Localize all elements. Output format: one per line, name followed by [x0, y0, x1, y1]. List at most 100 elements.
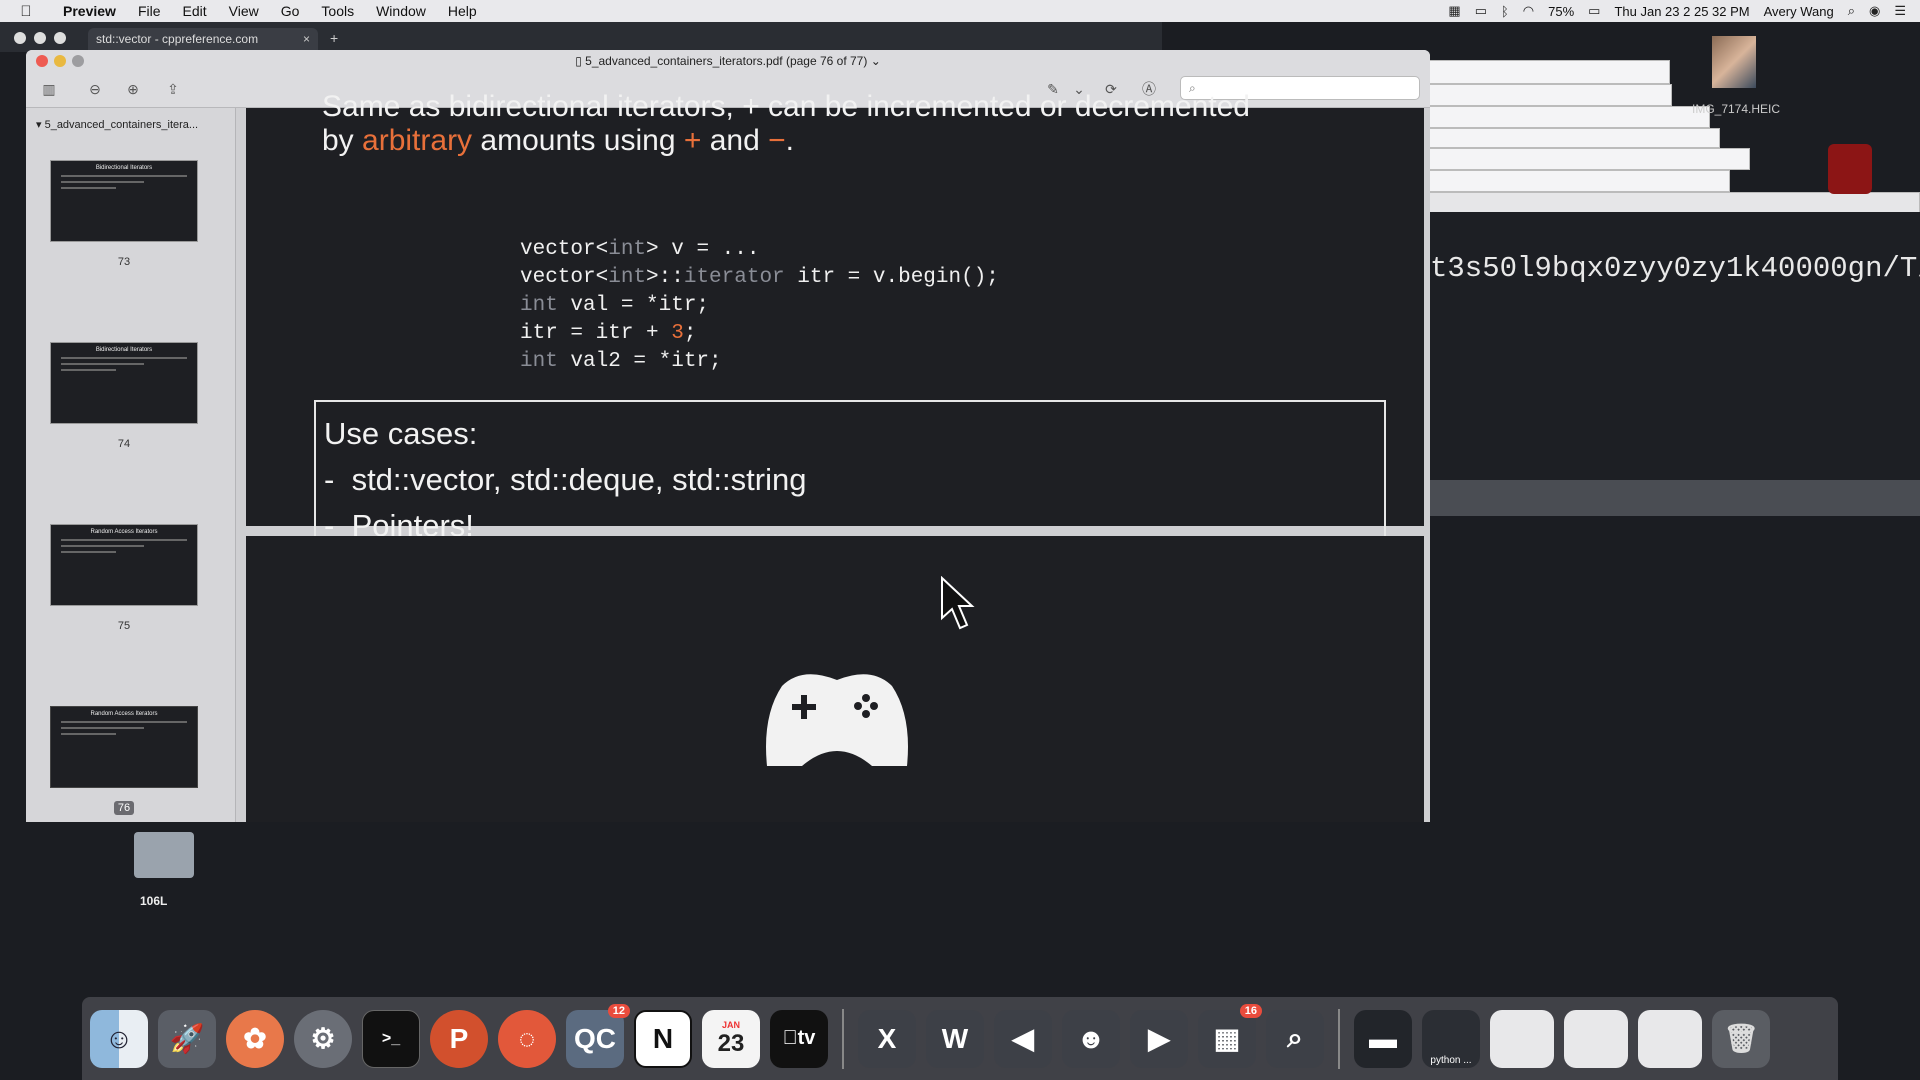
terminal-icon[interactable]: >_: [362, 1009, 420, 1068]
thumbnail-title: Random Access Iterators: [90, 711, 158, 717]
sidebar-doc-label: 5_advanced_containers_itera...: [44, 119, 199, 131]
desktop-folder-label[interactable]: 106L: [140, 894, 167, 908]
menu-app-name[interactable]: Preview: [52, 3, 127, 19]
apple-tv-label: tv: [790, 1027, 816, 1049]
notion-icon[interactable]: N: [634, 1009, 692, 1068]
code-line: itr = itr + 3;: [520, 322, 697, 345]
powerpoint-icon[interactable]: P: [430, 1009, 488, 1068]
apple-menu-icon[interactable]: : [0, 3, 52, 20]
user-name[interactable]: Avery Wang: [1764, 4, 1834, 19]
word-icon[interactable]: W: [926, 1009, 984, 1068]
python-window-thumbnail[interactable]: python ...: [1422, 1009, 1480, 1068]
menu-bar:  Preview File Edit View Go Tools Window…: [0, 0, 1920, 22]
thumbnail-sidebar: ▾ 5_advanced_containers_itera... Bidirec…: [26, 108, 236, 822]
slide-text-line1: Same as bidirectional iterators, + can b…: [322, 90, 1250, 123]
calendar-month: JAN: [721, 1019, 740, 1030]
dock-separator: [842, 1008, 844, 1069]
trash-icon[interactable]: 🗑: [1712, 1009, 1770, 1068]
battery-percent[interactable]: 75%: [1548, 4, 1574, 19]
pdf-canvas[interactable]: Same as bidirectional iterators, + can b…: [236, 90, 1430, 822]
dock: ☺ 🚀 ✿ ⚙ >_ P ◌ QC12 N JAN23 tv X W ◀ ☻ …: [82, 997, 1838, 1080]
disclosure-triangle-icon[interactable]: ▾: [36, 119, 45, 131]
photos-icon[interactable]: ✿: [226, 1009, 284, 1068]
wifi-icon[interactable]: ◠: [1523, 3, 1534, 19]
notification-center-icon[interactable]: ☰: [1894, 3, 1906, 19]
zoom-out-icon[interactable]: ⊖: [82, 78, 108, 100]
background-window-strip: [1420, 128, 1720, 148]
sidebar-document-name[interactable]: ▾ 5_advanced_containers_itera...: [36, 118, 198, 131]
share-icon[interactable]: ⇪: [160, 78, 186, 100]
new-tab-button[interactable]: +: [330, 30, 338, 46]
vscode-icon[interactable]: ◀: [994, 1009, 1052, 1068]
menu-edit[interactable]: Edit: [172, 3, 218, 19]
desktop-folder-icon[interactable]: [134, 832, 194, 878]
grid-app-badge: 16: [1239, 1003, 1262, 1018]
page-thumbnail-73[interactable]: Bidirectional Iterators: [50, 160, 198, 242]
browser-minimize-button[interactable]: [34, 32, 46, 44]
cyberduck-icon[interactable]: ☻: [1062, 1009, 1120, 1068]
minimized-window-thumbnail[interactable]: [1638, 1009, 1702, 1068]
minimized-window-thumbnail[interactable]: [1490, 1009, 1554, 1068]
launchpad-icon[interactable]: 🚀: [158, 1009, 216, 1068]
pdf-file-icon: ▯: [575, 54, 586, 68]
thumbnail-title: Bidirectional Iterators: [95, 165, 153, 171]
calendar-icon[interactable]: JAN 23: [702, 1009, 760, 1068]
window-title-text: 5_advanced_containers_iterators.pdf (pag…: [585, 54, 868, 68]
qc-app-icon[interactable]: QC 12: [566, 1003, 630, 1068]
desktop-image-thumbnail[interactable]: [1712, 36, 1756, 88]
zoom-in-icon[interactable]: ⊕: [120, 78, 146, 100]
window-title[interactable]: ▯ 5_advanced_containers_iterators.pdf (p…: [26, 54, 1430, 68]
menu-go[interactable]: Go: [270, 3, 311, 19]
video-app-icon[interactable]: ▶: [1130, 1009, 1188, 1068]
background-terminal: t3s50l9bqx0zyy0zy1k40000gn/T/t: [1430, 212, 1920, 482]
page-number-76: 76: [26, 801, 222, 815]
system-preferences-icon[interactable]: ⚙: [294, 1009, 352, 1068]
page-number-74: 74: [117, 438, 131, 450]
code-line: vector<int>::iterator itr = v.begin();: [520, 266, 999, 289]
highlight-arbitrary: arbitrary: [362, 124, 473, 157]
apple-tv-icon[interactable]: tv: [770, 1009, 828, 1068]
menu-view[interactable]: View: [218, 3, 270, 19]
background-window-strip: [1420, 84, 1672, 106]
folder-stack-icon[interactable]: ▬: [1354, 1009, 1412, 1068]
background-window-strip: [1420, 170, 1730, 192]
page-thumbnail-75[interactable]: Random Access Iterators: [50, 524, 198, 606]
selected-page-number: 76: [113, 801, 135, 815]
battery-icon[interactable]: ▭: [1588, 3, 1600, 19]
siri-icon[interactable]: ◉: [1869, 3, 1880, 19]
preview-window: ▯ 5_advanced_containers_iterators.pdf (p…: [26, 50, 1430, 822]
browser-tab-close-icon[interactable]: ×: [303, 32, 310, 46]
calendar-status-icon[interactable]: ▦: [1448, 3, 1460, 19]
chevron-down-icon[interactable]: ⌄: [871, 54, 881, 68]
menu-help[interactable]: Help: [437, 3, 488, 19]
preview-app-icon[interactable]: ⌕: [1266, 1009, 1324, 1068]
calendar-day: 23: [717, 1029, 745, 1057]
menu-window[interactable]: Window: [365, 3, 437, 19]
code-block: vector<int> v = ... vector<int>::iterator…: [520, 236, 999, 376]
bluetooth-icon[interactable]: ᛒ: [1501, 4, 1509, 19]
browser-app-icon[interactable]: ◌: [498, 1009, 556, 1068]
airplay-icon[interactable]: ▭: [1475, 3, 1487, 19]
pdf-page-76: Same as bidirectional iterators, + can b…: [246, 90, 1424, 568]
browser-zoom-button[interactable]: [54, 32, 66, 44]
browser-close-button[interactable]: [14, 32, 26, 44]
clock[interactable]: Thu Jan 23 2 25 32 PM: [1614, 4, 1749, 19]
python-window-label: python ...: [1430, 1054, 1472, 1066]
background-window-strip: [1420, 106, 1710, 128]
page-thumbnail-76[interactable]: Random Access Iterators: [50, 706, 198, 788]
menu-tools[interactable]: Tools: [310, 3, 365, 19]
desktop-image-label[interactable]: IMG_7174.HEIC: [1692, 102, 1780, 116]
finder-icon[interactable]: ☺: [90, 1009, 148, 1068]
page-thumbnail-74[interactable]: Bidirectional Iterators: [50, 342, 198, 424]
grid-app-icon[interactable]: ▦ 16: [1198, 1003, 1262, 1068]
terminal-text: t3s50l9bqx0zyy0zy1k40000gn/T/t: [1430, 252, 1920, 285]
thumbnail-title: Bidirectional Iterators: [95, 347, 153, 353]
menu-file[interactable]: File: [127, 3, 172, 19]
browser-tab[interactable]: std::vector - cppreference.com ×: [88, 28, 318, 50]
stanford-logo-icon[interactable]: [1828, 144, 1872, 194]
excel-icon[interactable]: X: [858, 1009, 916, 1068]
minimized-window-thumbnail[interactable]: [1564, 1009, 1628, 1068]
spotlight-search-icon[interactable]: ⌕: [1848, 3, 1855, 19]
sidebar-toggle-icon[interactable]: ▥: [34, 78, 64, 100]
mouse-cursor-icon: [941, 576, 975, 630]
